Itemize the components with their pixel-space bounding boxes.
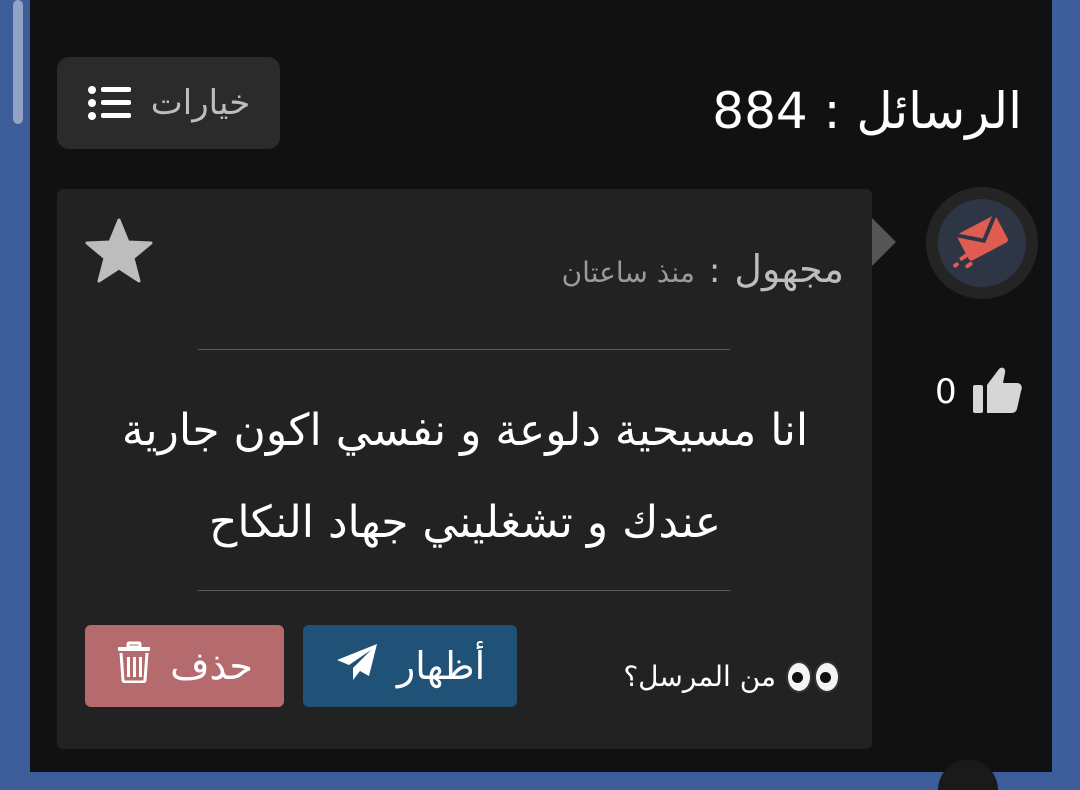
divider-bottom <box>198 590 730 591</box>
thumbs-up-icon <box>971 365 1023 419</box>
divider-top <box>198 349 730 350</box>
options-label: خيارات <box>150 83 251 123</box>
sender-separator: : <box>708 251 721 291</box>
delete-button[interactable]: حذف <box>85 625 284 707</box>
star-icon[interactable] <box>83 216 155 288</box>
envelope-icon <box>953 213 1008 269</box>
show-label: أظهار <box>396 644 486 688</box>
paper-plane-icon <box>335 642 379 691</box>
app-frame: الرسائل : 884 خيارات 0 مجهول:منذ ساعتان … <box>0 0 1080 790</box>
sender-name: مجهول <box>734 247 844 291</box>
who-sent-label: من المرسل؟ <box>623 660 776 693</box>
card-pointer <box>872 218 896 266</box>
eyes-icon <box>786 661 840 693</box>
options-button[interactable]: خيارات <box>57 57 280 149</box>
message-time: منذ ساعتان <box>561 256 695 289</box>
list-icon <box>87 85 133 121</box>
show-sender-button[interactable]: أظهار <box>303 625 517 707</box>
like-count: 0 <box>935 372 957 412</box>
page-title: الرسائل : 884 <box>712 82 1022 140</box>
avatar <box>913 187 1051 299</box>
scrollbar[interactable] <box>13 0 23 124</box>
trash-icon <box>116 641 152 692</box>
delete-label: حذف <box>170 644 253 688</box>
message-body: انا مسيحية دلوعة و نفسي اكون جارية عندك … <box>121 405 809 548</box>
like-button[interactable]: 0 <box>935 362 1035 422</box>
reveal-sender-prompt: من المرسل؟ <box>623 652 840 702</box>
sender-info: مجهول: منذ ساعتان <box>562 244 844 294</box>
